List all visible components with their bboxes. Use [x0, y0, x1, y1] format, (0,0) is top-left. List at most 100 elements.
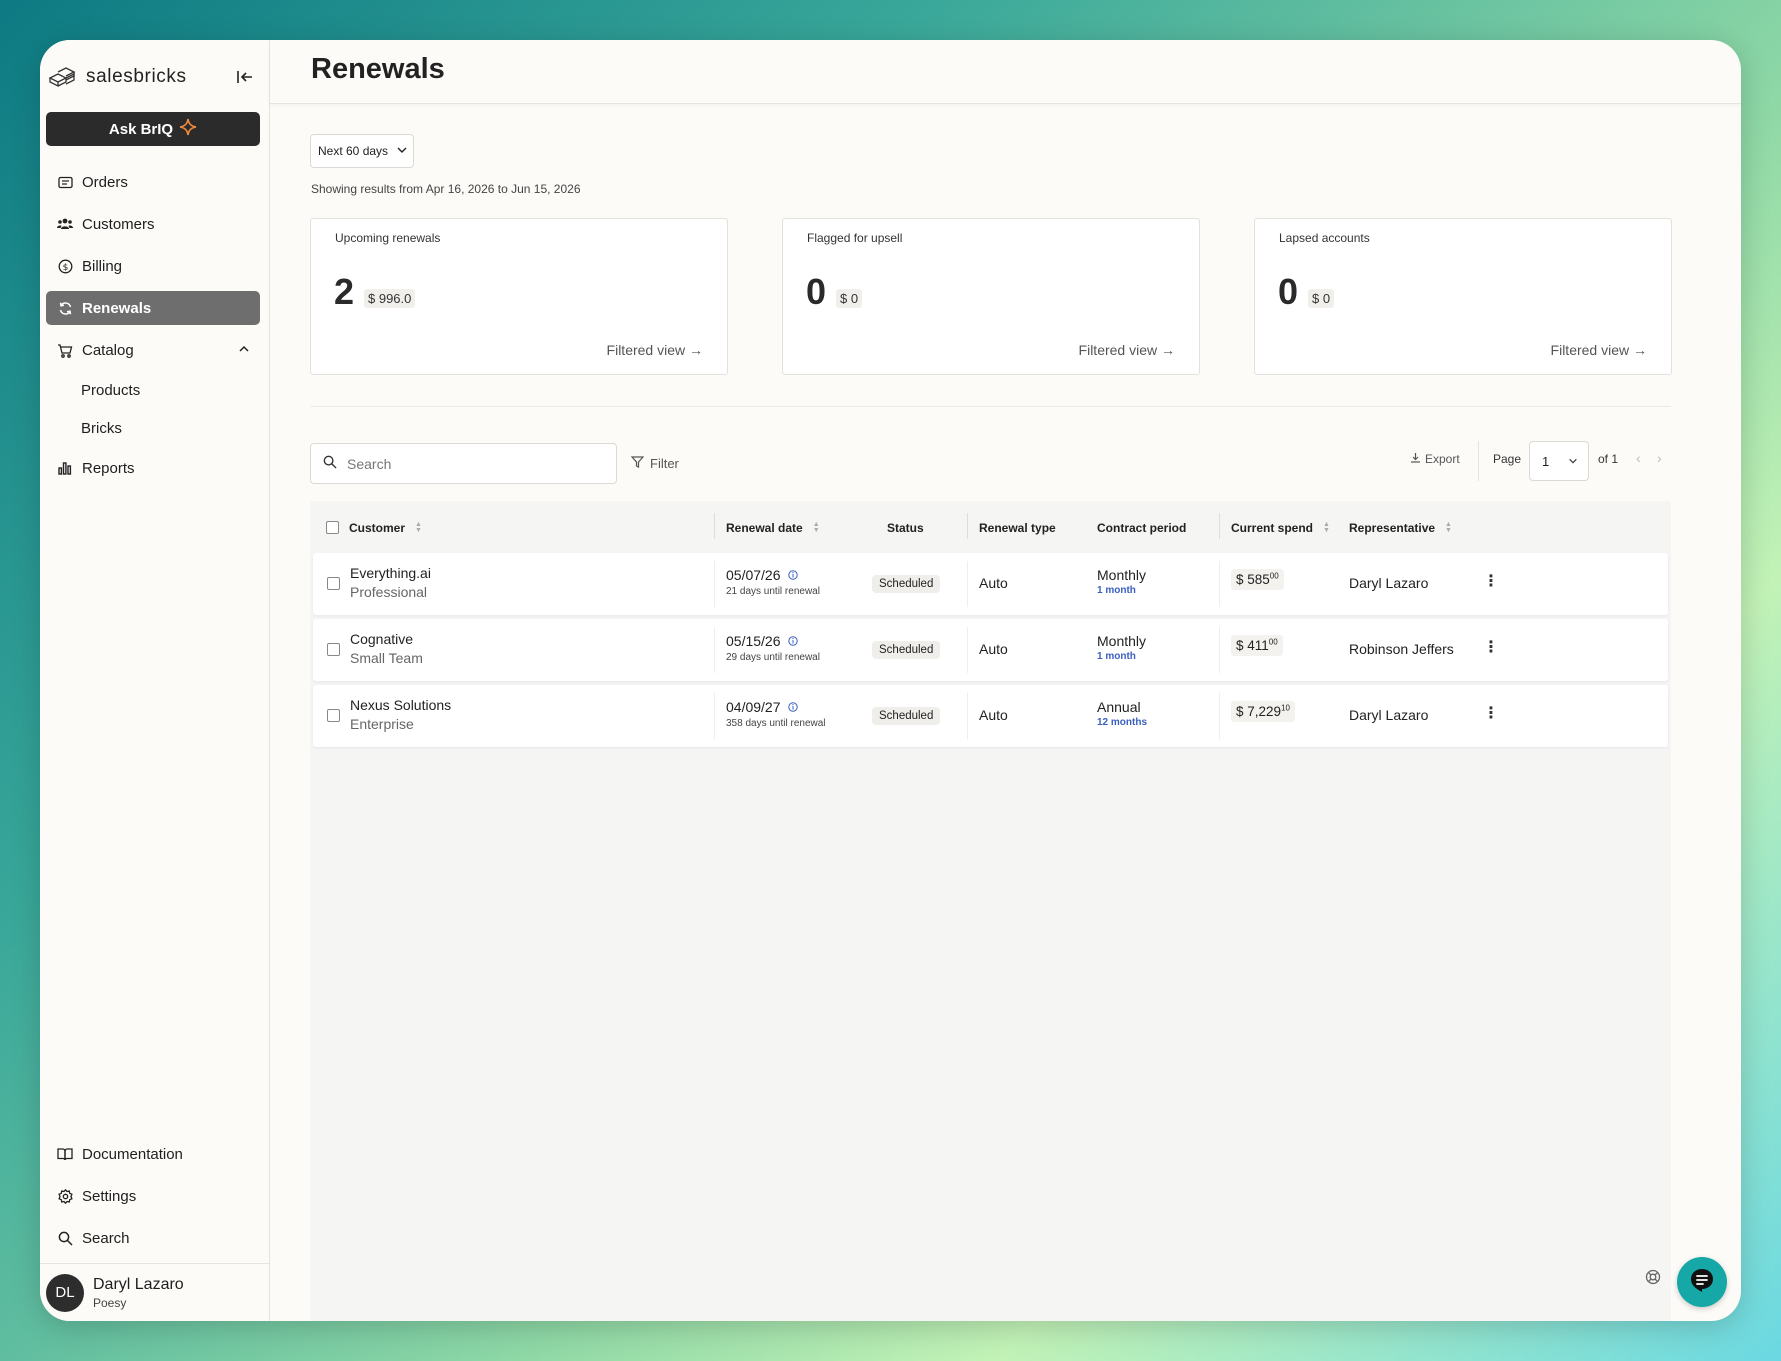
- sidebar-item-label: Renewals: [82, 299, 152, 317]
- stat-amount: $ 996.0: [364, 289, 416, 308]
- page-header: Renewals: [270, 40, 1741, 104]
- select-all-checkbox[interactable]: [326, 521, 339, 534]
- page-select[interactable]: 1: [1529, 441, 1589, 481]
- page-value: 1: [1542, 453, 1550, 469]
- row-checkbox[interactable]: [327, 643, 340, 656]
- user-profile[interactable]: DL Daryl Lazaro Poesy: [40, 1263, 270, 1321]
- stat-label: Flagged for upsell: [807, 231, 903, 245]
- renewal-date: 05/15/26: [726, 633, 781, 649]
- cell-separator: [1219, 693, 1220, 739]
- app-window: salesbricks Ask BrIQ Orders Customers $ …: [40, 40, 1741, 1321]
- row-checkbox[interactable]: [327, 577, 340, 590]
- more-options-icon[interactable]: ⋮: [1483, 703, 1499, 723]
- stat-card-upsell: Flagged for upsell 0 $ 0 Filtered view →: [782, 218, 1200, 375]
- section-divider: [310, 406, 1671, 407]
- spend-cents: 00: [1268, 637, 1278, 647]
- info-icon[interactable]: [787, 567, 798, 583]
- cell-separator: [714, 561, 715, 607]
- header-renewal-date[interactable]: Renewal date ▲ ▼: [726, 521, 820, 535]
- filter-button[interactable]: Filter: [630, 456, 679, 471]
- prev-page-icon[interactable]: ‹: [1636, 450, 1641, 466]
- header-current-spend[interactable]: Current spend ▲ ▼: [1231, 521, 1330, 535]
- sidebar-item-documentation[interactable]: Documentation: [46, 1137, 260, 1171]
- table-row[interactable]: Everything.ai Professional 05/07/26 21 d…: [313, 553, 1668, 615]
- renewal-type: Auto: [979, 707, 1008, 723]
- contract-period-length: 1 month: [1097, 585, 1136, 596]
- sidebar-item-renewals[interactable]: Renewals: [46, 291, 260, 325]
- filtered-view-link[interactable]: Filtered view →: [607, 342, 703, 358]
- sidebar-item-customers[interactable]: Customers: [46, 207, 260, 241]
- customer-name[interactable]: Nexus Solutions: [350, 697, 451, 713]
- chat-button[interactable]: [1677, 1257, 1727, 1307]
- status-badge: Scheduled: [872, 641, 941, 659]
- sort-icon[interactable]: ▲ ▼: [1323, 521, 1330, 534]
- sort-icon[interactable]: ▲ ▼: [813, 521, 820, 534]
- user-org: Poesy: [93, 1295, 127, 1310]
- renewal-type: Auto: [979, 641, 1008, 657]
- sidebar-item-catalog[interactable]: Catalog: [46, 333, 260, 367]
- customer-plan: Enterprise: [350, 716, 414, 732]
- sidebar-item-settings[interactable]: Settings: [46, 1179, 260, 1213]
- next-page-icon[interactable]: ›: [1657, 450, 1662, 466]
- sidebar-item-bricks[interactable]: Bricks: [46, 413, 260, 443]
- cell-separator: [967, 693, 968, 739]
- reports-icon: [57, 460, 73, 476]
- more-options-icon[interactable]: ⋮: [1483, 571, 1499, 591]
- customer-name[interactable]: Cognative: [350, 631, 423, 647]
- chevron-up-icon[interactable]: [238, 342, 250, 359]
- collapse-sidebar-icon[interactable]: [234, 66, 256, 88]
- header-renewal-type: Renewal type: [979, 521, 1056, 535]
- contract-period-length: 1 month: [1097, 651, 1136, 662]
- stat-count: 2: [334, 271, 355, 312]
- info-icon[interactable]: [787, 633, 798, 649]
- search-input[interactable]: Search: [310, 443, 617, 484]
- row-checkbox[interactable]: [327, 709, 340, 722]
- customer-name[interactable]: Everything.ai: [350, 565, 431, 581]
- svg-text:$: $: [62, 263, 68, 273]
- header-representative[interactable]: Representative ▲ ▼: [1349, 521, 1452, 535]
- table-row[interactable]: Nexus Solutions Enterprise 04/09/27 358 …: [313, 685, 1668, 747]
- current-spend: $ 41100: [1231, 635, 1283, 656]
- filtered-view-link[interactable]: Filtered view →: [1079, 342, 1175, 358]
- filtered-view-link[interactable]: Filtered view →: [1551, 342, 1647, 358]
- help-lifebuoy-icon[interactable]: [1645, 1269, 1661, 1285]
- sidebar-item-search[interactable]: Search: [46, 1221, 260, 1255]
- table-row[interactable]: Cognative Small Team 05/15/26 29 days un…: [313, 619, 1668, 681]
- chevron-down-icon: [1568, 454, 1578, 469]
- export-button[interactable]: Export: [1410, 452, 1460, 466]
- filter-label: Filter: [650, 456, 679, 471]
- stat-count: 0: [1278, 271, 1299, 312]
- header-label: Renewal date: [726, 521, 803, 535]
- sidebar: salesbricks Ask BrIQ Orders Customers $ …: [40, 40, 270, 1321]
- catalog-icon: [57, 342, 73, 358]
- info-icon[interactable]: [787, 699, 798, 715]
- sidebar-item-billing[interactable]: $ Billing: [46, 249, 260, 283]
- search-icon: [323, 455, 337, 472]
- orders-icon: [57, 174, 73, 190]
- date-range-select[interactable]: Next 60 days: [310, 134, 414, 168]
- brand[interactable]: salesbricks: [48, 62, 262, 92]
- sort-icon[interactable]: ▲ ▼: [1445, 521, 1452, 534]
- sparkle-icon: [179, 118, 197, 140]
- ask-briq-button[interactable]: Ask BrIQ: [46, 112, 260, 146]
- spend-cents: 10: [1281, 703, 1290, 713]
- sidebar-item-label: Documentation: [82, 1145, 183, 1163]
- header-customer[interactable]: Customer ▲ ▼: [349, 521, 422, 535]
- sidebar-item-label: Search: [82, 1229, 130, 1247]
- bottom-nav: Documentation Settings Search: [46, 1137, 260, 1263]
- stat-label: Upcoming renewals: [335, 231, 441, 245]
- sort-icon[interactable]: ▲ ▼: [415, 521, 422, 534]
- header-contract-period: Contract period: [1097, 521, 1186, 535]
- column-separator: [1219, 513, 1220, 539]
- book-icon: [57, 1146, 73, 1162]
- sidebar-item-reports[interactable]: Reports: [46, 451, 260, 485]
- main-nav: Orders Customers $ Billing Renewals Cata…: [46, 165, 260, 493]
- sidebar-item-products[interactable]: Products: [46, 375, 260, 405]
- sidebar-item-orders[interactable]: Orders: [46, 165, 260, 199]
- export-label: Export: [1425, 452, 1460, 466]
- stat-count: 0: [806, 271, 827, 312]
- spend-amount: $ 411: [1236, 638, 1269, 653]
- more-options-icon[interactable]: ⋮: [1483, 637, 1499, 657]
- header-label: Current spend: [1231, 521, 1314, 535]
- column-separator: [714, 513, 715, 539]
